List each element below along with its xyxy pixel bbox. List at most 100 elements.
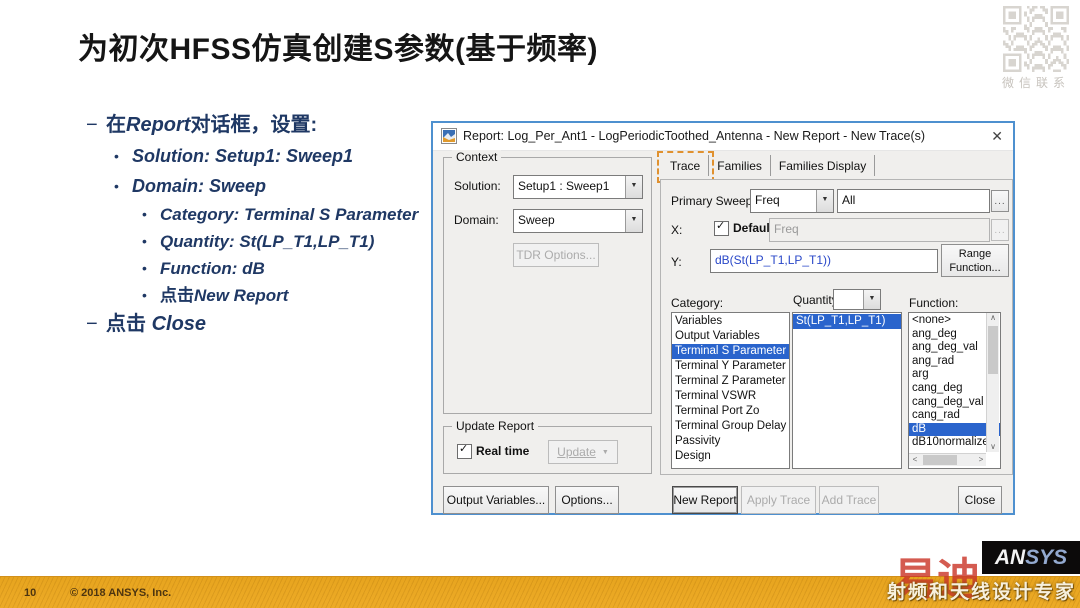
domain-label: Domain:: [454, 213, 499, 227]
new-report-button[interactable]: New Report: [672, 486, 738, 514]
dot-bullet: •: [142, 206, 147, 222]
ansys-logo-sys: SYS: [1025, 545, 1068, 569]
note-line: − 在Report对话框，设置:: [86, 110, 418, 141]
page-title: 为初次HFSS仿真创建S参数(基于频率): [78, 33, 598, 66]
list-item[interactable]: Terminal Group Delay: [672, 419, 789, 434]
wechat-qr: 微信联系: [1000, 6, 1072, 91]
y-axis-label: Y:: [671, 255, 682, 269]
solution-label: Solution:: [454, 179, 501, 193]
list-item[interactable]: Variables: [672, 314, 789, 329]
page-number: 10: [24, 587, 37, 599]
function-horizontal-scrollbar[interactable]: < >: [909, 453, 986, 466]
chevron-down-icon[interactable]: ▼: [863, 290, 880, 309]
check-icon: ✓: [459, 443, 469, 455]
chevron-down-icon[interactable]: ▼: [625, 210, 642, 232]
x-value-field: Freq: [769, 218, 990, 242]
note-line: • Solution: Setup1: Sweep1: [114, 141, 418, 171]
list-item[interactable]: Passivity: [672, 434, 789, 449]
primary-sweep-dropdown[interactable]: Freq ▼: [750, 189, 834, 213]
tab-families-display[interactable]: Families Display: [771, 155, 876, 176]
note-line: • 点击New Report: [142, 282, 418, 309]
list-item[interactable]: Terminal VSWR: [672, 389, 789, 404]
chevron-down-icon[interactable]: ▼: [816, 190, 833, 212]
dot-bullet: •: [142, 287, 147, 303]
note-em: New Report: [194, 286, 289, 305]
list-item[interactable]: Terminal S Parameter: [672, 344, 789, 359]
primary-sweep-label: Primary Sweep:: [671, 194, 756, 208]
tdr-options-button[interactable]: TDR Options...: [513, 243, 599, 267]
list-item[interactable]: Terminal Port Zo: [672, 404, 789, 419]
scroll-up-icon[interactable]: ∧: [987, 313, 999, 323]
note-em: Report: [126, 114, 191, 136]
x-default-checkbox[interactable]: ✓: [714, 220, 729, 236]
x-more-button[interactable]: ...: [991, 219, 1009, 241]
x-axis-label: X:: [671, 223, 683, 237]
report-dialog: Report: Log_Per_Ant1 - LogPeriodicToothe…: [431, 121, 1015, 515]
wechat-qr-icon: [1003, 6, 1069, 72]
note-line: • Category: Terminal S Parameter: [142, 201, 418, 228]
dialog-title: Report: Log_Per_Ant1 - LogPeriodicToothe…: [463, 129, 926, 143]
real-time-label: Real time: [476, 444, 530, 458]
scroll-down-icon[interactable]: ∨: [987, 442, 999, 452]
apply-trace-button[interactable]: Apply Trace: [741, 486, 816, 514]
x-default-label: Default: [733, 221, 774, 235]
scroll-left-icon[interactable]: <: [909, 455, 921, 465]
close-icon[interactable]: ✕: [991, 128, 1003, 145]
ansys-logo: AN SYS: [982, 541, 1080, 574]
note-line: − 点击 Close: [86, 309, 418, 340]
dropdown-value: Freq: [755, 193, 780, 207]
qr-caption: 微信联系: [1001, 76, 1070, 90]
list-item[interactable]: St(LP_T1,LP_T1): [793, 314, 901, 329]
context-group-label: Context: [452, 150, 502, 164]
report-dialog-icon: [441, 128, 457, 144]
category-label: Category:: [671, 296, 724, 310]
dropdown-value: Sweep: [518, 213, 555, 227]
quantity-dropdown[interactable]: ▼: [833, 289, 881, 310]
list-item[interactable]: Terminal Y Parameter: [672, 359, 789, 374]
output-variables-button[interactable]: Output Variables...: [443, 486, 549, 514]
y-value-field[interactable]: dB(St(LP_T1,LP_T1)): [710, 249, 938, 273]
solution-dropdown[interactable]: Setup1 : Sweep1 ▼: [513, 175, 643, 199]
add-trace-button[interactable]: Add Trace: [819, 486, 879, 514]
note-text: 在: [106, 114, 126, 136]
chevron-down-icon[interactable]: ▼: [625, 176, 642, 198]
quantity-list[interactable]: St(LP_T1,LP_T1): [792, 312, 902, 469]
function-label: Function:: [909, 296, 959, 310]
domain-dropdown[interactable]: Sweep ▼: [513, 209, 643, 233]
note-text: 点击: [106, 313, 152, 335]
slide-canvas: 为初次HFSS仿真创建S参数(基于频率) 微信联系 − 在Report对话框，设置…: [0, 0, 1080, 608]
watermark-gold-text: 射频和天线设计专家: [886, 582, 1076, 603]
dialog-body: Context Solution: Setup1 : Sweep1 ▼ Doma…: [433, 150, 1013, 514]
list-item[interactable]: Design: [672, 449, 789, 464]
function-vertical-scrollbar[interactable]: ∧ ∨: [986, 313, 999, 452]
real-time-checkbox[interactable]: ✓: [457, 443, 472, 459]
list-item[interactable]: Terminal Z Parameter: [672, 374, 789, 389]
note-em: Close: [151, 313, 207, 335]
list-item[interactable]: Output Variables: [672, 329, 789, 344]
tab-families[interactable]: Families: [709, 155, 771, 176]
chevron-down-icon: ▼: [601, 448, 609, 456]
dialog-titlebar[interactable]: Report: Log_Per_Ant1 - LogPeriodicToothe…: [433, 123, 1013, 151]
update-report-group-label: Update Report: [452, 419, 539, 433]
check-icon: ✓: [716, 220, 726, 232]
ansys-logo-an: AN: [994, 545, 1026, 569]
note-em: Quantity: St(LP_T1,LP_T1): [160, 232, 375, 251]
dot-bullet: •: [142, 260, 147, 276]
update-button[interactable]: Update ▼: [548, 440, 618, 464]
dash-bullet: −: [86, 114, 98, 136]
note-line: • Domain: Sweep: [114, 171, 418, 201]
range-function-button[interactable]: Range Function...: [941, 244, 1009, 277]
vertical-scrollbar-thumb[interactable]: [988, 326, 998, 374]
note-line: • Function: dB: [142, 255, 418, 282]
note-text: 对话框，设置:: [190, 114, 318, 136]
sweep-range-field[interactable]: All: [837, 189, 990, 213]
close-button[interactable]: Close: [958, 486, 1002, 514]
sweep-range-more-button[interactable]: ...: [991, 190, 1009, 212]
category-list[interactable]: Variables Output Variables Terminal S Para…: [671, 312, 790, 469]
scroll-right-icon[interactable]: >: [976, 455, 986, 465]
copyright-text: © 2018 ANSYS, Inc.: [70, 587, 172, 599]
note-em: Category: Terminal S Parameter: [160, 205, 419, 224]
options-button[interactable]: Options...: [555, 486, 619, 514]
horizontal-scrollbar-thumb[interactable]: [923, 455, 957, 465]
note-text: 点击: [160, 286, 194, 305]
